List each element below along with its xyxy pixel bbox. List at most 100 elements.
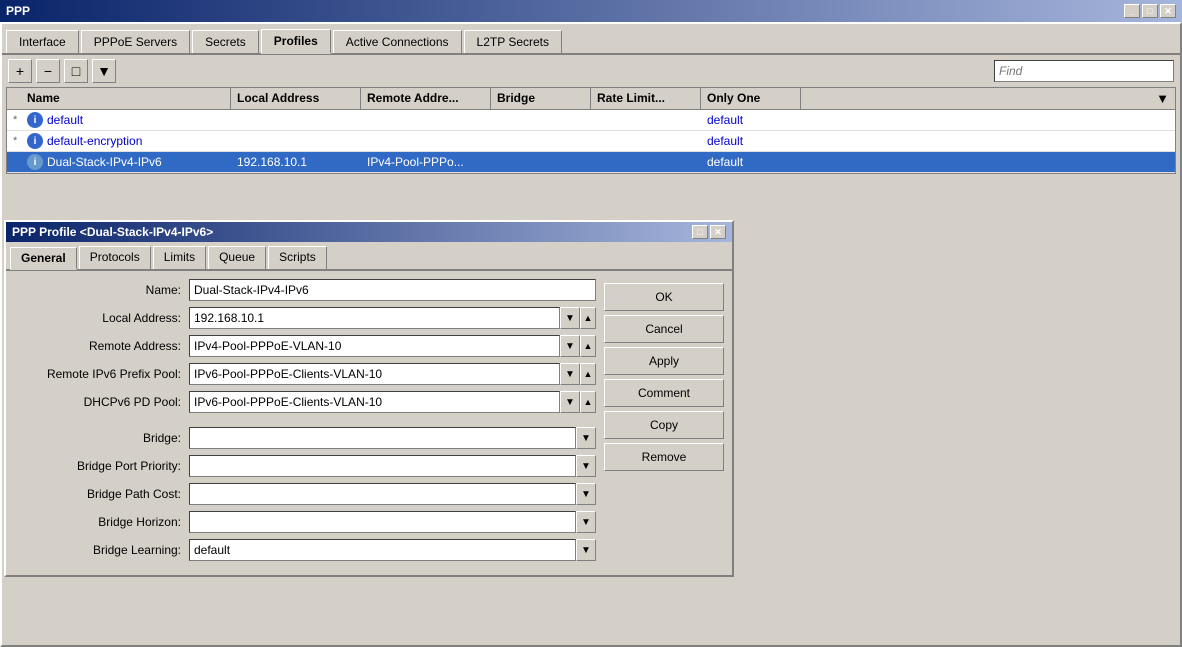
- maximize-button[interactable]: □: [1142, 4, 1158, 18]
- bridge-port-priority-row: Bridge Port Priority: ▼: [14, 455, 596, 477]
- local-address-input-group: ▼ ▲: [189, 307, 596, 329]
- cancel-button[interactable]: Cancel: [604, 315, 724, 343]
- bridge-path-cost-field[interactable]: [189, 483, 576, 505]
- bridge-input-group: ▼: [189, 427, 596, 449]
- dialog-tab-queue[interactable]: Queue: [208, 246, 266, 269]
- dialog-tab-general[interactable]: General: [10, 247, 77, 270]
- bridge-port-priority-label: Bridge Port Priority:: [14, 459, 189, 473]
- dialog-title-bar: PPP Profile <Dual-Stack-IPv4-IPv6> □ ✕: [6, 222, 732, 242]
- bridge-path-cost-row: Bridge Path Cost: ▼: [14, 483, 596, 505]
- dialog-tab-limits[interactable]: Limits: [153, 246, 206, 269]
- remote-address-row: Remote Address: ▼ ▲: [14, 335, 596, 357]
- bridge-learning-input-group: ▼: [189, 539, 596, 561]
- remote-address-dropdown-btn[interactable]: ▼: [560, 335, 580, 357]
- remove-button[interactable]: Remove: [604, 443, 724, 471]
- bridge-learning-dropdown-btn[interactable]: ▼: [576, 539, 596, 561]
- bridge-dropdown-btn[interactable]: ▼: [576, 427, 596, 449]
- table-row[interactable]: * i default-encryption default: [7, 131, 1175, 152]
- dialog-window-controls: □ ✕: [692, 225, 726, 239]
- window-title: PPP: [6, 4, 30, 18]
- row-only-one: default: [701, 153, 801, 171]
- col-bridge: Bridge: [491, 88, 591, 109]
- apply-button[interactable]: Apply: [604, 347, 724, 375]
- remote-address-scroll-btn[interactable]: ▲: [580, 335, 596, 357]
- comment-button[interactable]: Comment: [604, 379, 724, 407]
- bridge-horizon-label: Bridge Horizon:: [14, 515, 189, 529]
- dialog-close-button[interactable]: ✕: [710, 225, 726, 239]
- dialog-overlay: PPP Profile <Dual-Stack-IPv4-IPv6> □ ✕ G…: [0, 220, 740, 577]
- remote-address-label: Remote Address:: [14, 339, 189, 353]
- filter-button[interactable]: ▼: [92, 59, 116, 83]
- info-icon: i: [27, 154, 43, 170]
- edit-button[interactable]: □: [64, 59, 88, 83]
- toolbar: + − □ ▼: [2, 55, 1180, 87]
- bridge-port-priority-dropdown-btn[interactable]: ▼: [576, 455, 596, 477]
- remote-address-input-group: ▼ ▲: [189, 335, 596, 357]
- col-local-address: Local Address: [231, 88, 361, 109]
- row-bridge: [491, 139, 591, 143]
- dialog-tab-protocols[interactable]: Protocols: [79, 246, 151, 269]
- dhcpv6-dropdown-btn[interactable]: ▼: [560, 391, 580, 413]
- main-window: Interface PPPoE Servers Secrets Profiles…: [0, 22, 1182, 647]
- row-remote-address: IPv4-Pool-PPPo...: [361, 153, 491, 171]
- tab-pppoe-servers[interactable]: PPPoE Servers: [81, 30, 190, 53]
- tab-active-connections[interactable]: Active Connections: [333, 30, 462, 53]
- row-marker: *: [7, 133, 21, 149]
- remove-button[interactable]: −: [36, 59, 60, 83]
- bridge-field[interactable]: [189, 427, 576, 449]
- dhcpv6-scroll-btn[interactable]: ▲: [580, 391, 596, 413]
- find-input[interactable]: [994, 60, 1174, 82]
- remote-address-field[interactable]: [189, 335, 560, 357]
- bridge-port-priority-field[interactable]: [189, 455, 576, 477]
- bridge-port-priority-input-group: ▼: [189, 455, 596, 477]
- dialog-minimize-button[interactable]: □: [692, 225, 708, 239]
- bridge-horizon-input-group: ▼: [189, 511, 596, 533]
- remote-ipv6-dropdown-btn[interactable]: ▼: [560, 363, 580, 385]
- table-row[interactable]: * i default default: [7, 110, 1175, 131]
- close-button[interactable]: ✕: [1160, 4, 1176, 18]
- profile-name-link[interactable]: default: [47, 113, 83, 127]
- remote-ipv6-field[interactable]: [189, 363, 560, 385]
- ok-button[interactable]: OK: [604, 283, 724, 311]
- dialog-tab-scripts[interactable]: Scripts: [268, 246, 327, 269]
- row-rate-limit: [591, 139, 701, 143]
- local-address-row: Local Address: ▼ ▲: [14, 307, 596, 329]
- dhcpv6-field[interactable]: [189, 391, 560, 413]
- bridge-learning-label: Bridge Learning:: [14, 543, 189, 557]
- tab-l2tp-secrets[interactable]: L2TP Secrets: [464, 30, 562, 53]
- local-address-scroll-btn[interactable]: ▲: [580, 307, 596, 329]
- row-name: i default: [21, 110, 231, 130]
- local-address-dropdown-btn[interactable]: ▼: [560, 307, 580, 329]
- row-marker: *: [7, 112, 21, 128]
- add-button[interactable]: +: [8, 59, 32, 83]
- row-local-address: [231, 118, 361, 122]
- bridge-horizon-field[interactable]: [189, 511, 576, 533]
- tab-profiles[interactable]: Profiles: [261, 29, 331, 54]
- row-only-one: default: [701, 132, 801, 150]
- dialog-tab-bar: General Protocols Limits Queue Scripts: [6, 242, 732, 271]
- col-name: Name: [21, 88, 231, 109]
- minimize-button[interactable]: _: [1124, 4, 1140, 18]
- tab-interface[interactable]: Interface: [6, 30, 79, 53]
- bridge-path-cost-input-group: ▼: [189, 483, 596, 505]
- tab-secrets[interactable]: Secrets: [192, 30, 259, 53]
- tab-bar: Interface PPPoE Servers Secrets Profiles…: [2, 24, 1180, 55]
- bridge-learning-field[interactable]: [189, 539, 576, 561]
- remote-ipv6-row: Remote IPv6 Prefix Pool: ▼ ▲: [14, 363, 596, 385]
- row-bridge: [491, 160, 591, 164]
- form-area: Name: Local Address: ▼ ▲ R: [6, 271, 732, 575]
- action-buttons: OK Cancel Apply Comment Copy Remove: [604, 279, 724, 567]
- name-field[interactable]: [189, 279, 596, 301]
- profile-name-link[interactable]: Dual-Stack-IPv4-IPv6: [47, 155, 162, 169]
- col-rate-limit: Rate Limit...: [591, 88, 701, 109]
- row-only-one: default: [701, 111, 801, 129]
- local-address-field[interactable]: [189, 307, 560, 329]
- remote-ipv6-scroll-btn[interactable]: ▲: [580, 363, 596, 385]
- bridge-horizon-dropdown-btn[interactable]: ▼: [576, 511, 596, 533]
- bridge-row: Bridge: ▼: [14, 427, 596, 449]
- row-name: i default-encryption: [21, 131, 231, 151]
- bridge-path-cost-dropdown-btn[interactable]: ▼: [576, 483, 596, 505]
- profile-name-link[interactable]: default-encryption: [47, 134, 142, 148]
- table-row[interactable]: i Dual-Stack-IPv4-IPv6 192.168.10.1 IPv4…: [7, 152, 1175, 173]
- copy-button[interactable]: Copy: [604, 411, 724, 439]
